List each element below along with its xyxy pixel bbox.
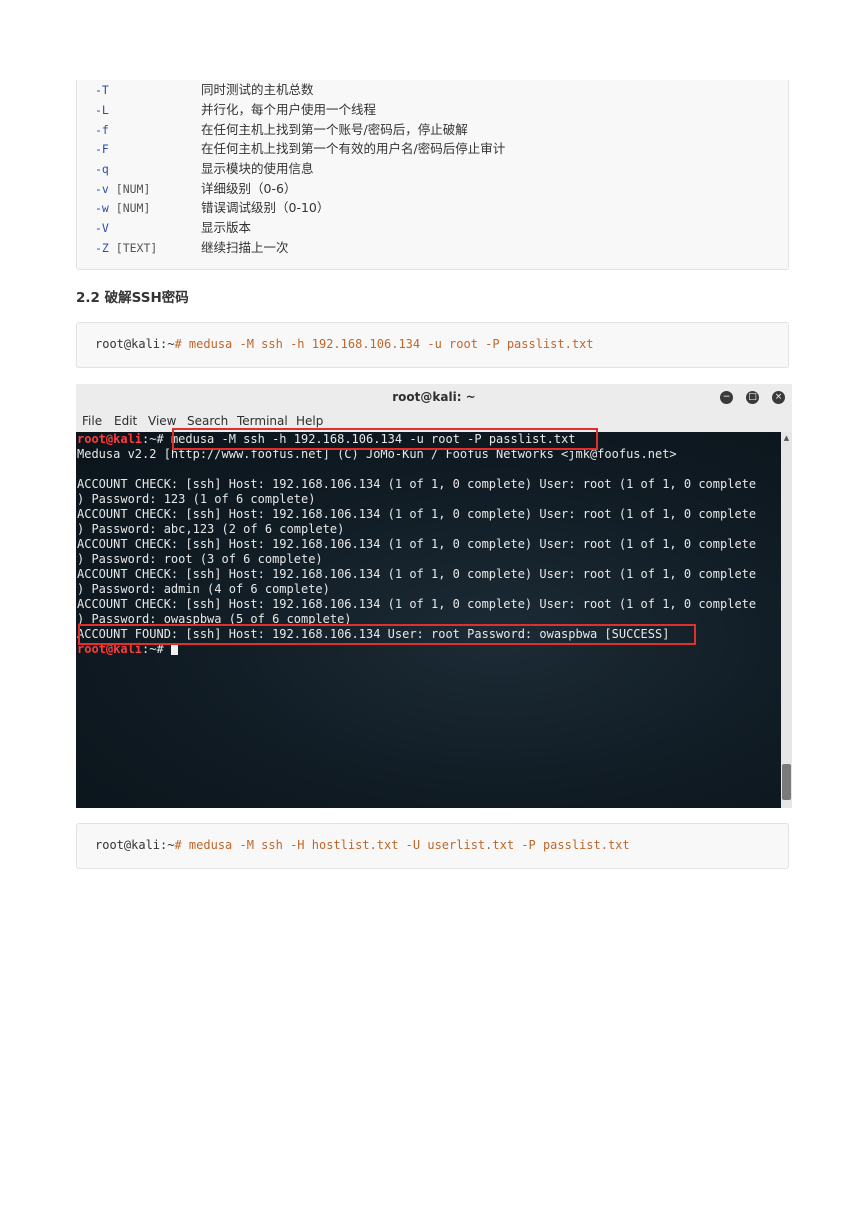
options-code-block: -T 同时测试的主机总数 -L 并行化，每个用户使用一个线程 -f 在任何主机上… — [76, 80, 789, 270]
option-flag: -F — [95, 142, 109, 156]
command-highlight-box — [172, 428, 598, 450]
option-description: 错误调试级别（0-10） — [201, 200, 330, 215]
option-description: 在任何主机上找到第一个有效的用户名/密码后停止审计 — [201, 141, 506, 156]
option-description: 显示模块的使用信息 — [201, 161, 314, 176]
option-description: 详细级别（0-6） — [201, 181, 297, 196]
menu-help[interactable]: Help — [296, 414, 323, 428]
scroll-up-icon[interactable]: ▲ — [782, 434, 791, 442]
menu-terminal[interactable]: Terminal — [237, 414, 288, 428]
option-row: -T 同时测试的主机总数 — [95, 80, 314, 100]
command-prompt: root@kali:~ — [95, 337, 175, 351]
command-code-block-2: root@kali:~# medusa -M ssh -H hostlist.t… — [76, 823, 789, 869]
option-flag: -V — [95, 221, 109, 235]
command-line: root@kali:~# medusa -M ssh -H hostlist.t… — [95, 838, 630, 852]
success-highlight-box — [78, 624, 696, 645]
terminal-titlebar: root@kali: ~ − □ × — [76, 384, 792, 413]
option-description: 并行化，每个用户使用一个线程 — [201, 102, 377, 117]
option-flag: -v — [95, 182, 109, 196]
option-description: 显示版本 — [201, 220, 252, 235]
menu-file[interactable]: File — [82, 414, 102, 428]
option-flag: -q — [95, 162, 109, 176]
command-code-block: root@kali:~# medusa -M ssh -h 192.168.10… — [76, 322, 789, 368]
menu-edit[interactable]: Edit — [114, 414, 137, 428]
terminal-line: ) Password: abc,123 (2 of 6 complete) — [77, 522, 345, 536]
option-arg: [TEXT] — [108, 241, 158, 255]
option-flag: -f — [95, 123, 109, 137]
option-row: -Z [TEXT] 继续扫描上一次 — [95, 238, 289, 258]
option-row: -V 显示版本 — [95, 218, 251, 238]
menu-search[interactable]: Search — [187, 414, 228, 428]
terminal-line: ACCOUNT CHECK: [ssh] Host: 192.168.106.1… — [77, 597, 757, 611]
command-line: root@kali:~# medusa -M ssh -h 192.168.10… — [95, 337, 594, 351]
terminal-line: ) Password: 123 (1 of 6 complete) — [77, 492, 316, 506]
terminal-output[interactable]: root@kali:~# medusa -M ssh -h 192.168.10… — [76, 428, 781, 808]
option-row: -F 在任何主机上找到第一个有效的用户名/密码后停止审计 — [95, 139, 505, 159]
terminal-line: ACCOUNT CHECK: [ssh] Host: 192.168.106.1… — [77, 477, 757, 491]
section-heading: 2.2 破解SSH密码 — [76, 290, 189, 306]
minimize-icon[interactable]: − — [720, 391, 733, 404]
terminal-title: root@kali: ~ — [392, 390, 476, 404]
command-prompt: root@kali:~ — [95, 838, 175, 852]
option-flag: -Z — [95, 241, 109, 255]
terminal-prompt-user: root@kali — [77, 432, 143, 446]
option-row: -L 并行化，每个用户使用一个线程 — [95, 100, 376, 120]
terminal-prompt-suffix: :~# — [142, 432, 171, 446]
option-description: 同时测试的主机总数 — [201, 82, 314, 97]
option-row: -q 显示模块的使用信息 — [95, 159, 314, 179]
scroll-thumb[interactable] — [782, 764, 791, 800]
terminal-line: ACCOUNT CHECK: [ssh] Host: 192.168.106.1… — [77, 507, 757, 521]
terminal-line: ACCOUNT CHECK: [ssh] Host: 192.168.106.1… — [77, 567, 757, 581]
terminal-line: ACCOUNT CHECK: [ssh] Host: 192.168.106.1… — [77, 537, 757, 551]
option-flag: -w — [95, 201, 109, 215]
option-flag: -L — [95, 103, 109, 117]
option-row: -v [NUM] 详细级别（0-6） — [95, 179, 296, 199]
terminal-line: ) Password: admin (4 of 6 complete) — [77, 582, 330, 596]
close-icon[interactable]: × — [772, 391, 785, 404]
option-row: -w [NUM] 错误调试级别（0-10） — [95, 198, 329, 218]
menu-view[interactable]: View — [148, 414, 176, 428]
option-arg: [NUM] — [108, 201, 151, 215]
option-description: 继续扫描上一次 — [201, 240, 289, 255]
option-description: 在任何主机上找到第一个账号/密码后，停止破解 — [201, 122, 468, 137]
option-row: -f 在任何主机上找到第一个账号/密码后，停止破解 — [95, 120, 468, 140]
maximize-icon[interactable]: □ — [746, 391, 759, 404]
terminal-window: root@kali: ~ − □ × File Edit View Search… — [76, 384, 792, 808]
command-text: # medusa -M ssh -H hostlist.txt -U userl… — [174, 838, 630, 852]
command-text: # medusa -M ssh -h 192.168.106.134 -u ro… — [174, 337, 594, 351]
terminal-scrollbar[interactable]: ▲ — [781, 432, 792, 808]
option-flag: -T — [95, 83, 109, 97]
option-arg: [NUM] — [108, 182, 151, 196]
terminal-line: ) Password: root (3 of 6 complete) — [77, 552, 323, 566]
